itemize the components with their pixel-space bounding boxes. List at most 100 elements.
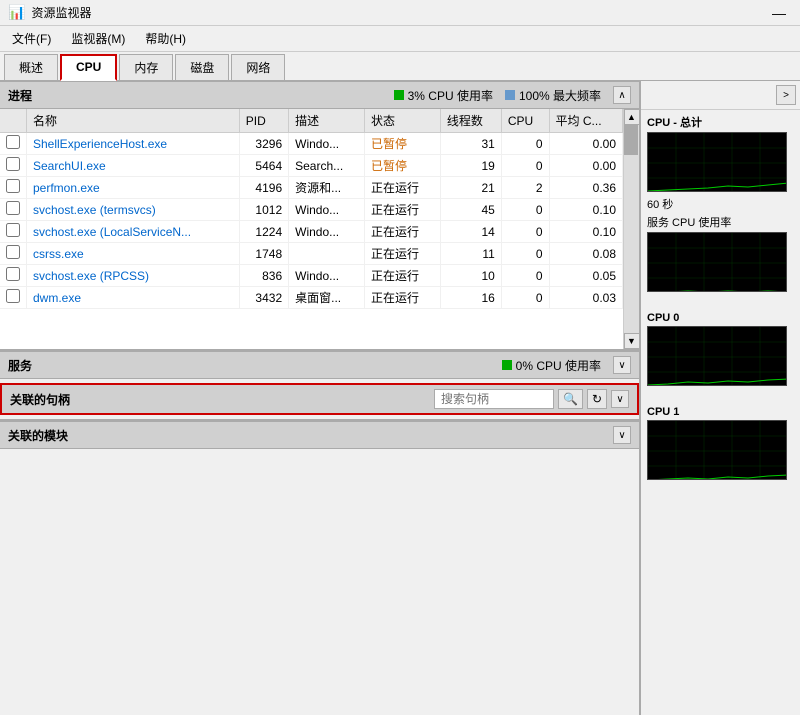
- row-checkbox[interactable]: [6, 201, 20, 215]
- col-checkbox: [0, 109, 27, 133]
- services-header: 服务 0% CPU 使用率 ∨: [0, 351, 639, 379]
- tab-disk[interactable]: 磁盘: [175, 54, 229, 80]
- tab-overview[interactable]: 概述: [4, 54, 58, 80]
- services-title: 服务: [8, 357, 32, 374]
- table-row[interactable]: svchost.exe (RPCSS) 836 Windo... 正在运行 10…: [0, 265, 623, 287]
- modules-header: 关联的模块 ∨: [0, 421, 639, 449]
- row-pid: 836: [239, 265, 288, 287]
- col-pid[interactable]: PID: [239, 109, 288, 133]
- modules-collapse-button[interactable]: ∨: [613, 426, 631, 444]
- row-name: SearchUI.exe: [27, 155, 240, 177]
- app-icon: 📊: [8, 4, 25, 21]
- cpu-service-graph-svg: [648, 233, 786, 291]
- row-cpu: 0: [501, 287, 549, 309]
- handles-search-input[interactable]: [434, 389, 554, 409]
- row-checkbox[interactable]: [6, 135, 20, 149]
- process-section-header: 进程 3% CPU 使用率 100% 最大频率 ∧: [0, 81, 639, 109]
- right-panel-toggle: >: [641, 81, 800, 110]
- scroll-up-arrow[interactable]: ▲: [624, 109, 640, 125]
- table-row[interactable]: csrss.exe 1748 正在运行 11 0 0.08: [0, 243, 623, 265]
- handles-search-button[interactable]: 🔍: [558, 389, 583, 409]
- services-collapse-button[interactable]: ∨: [613, 356, 631, 374]
- row-checkbox[interactable]: [6, 223, 20, 237]
- scroll-down-arrow[interactable]: ▼: [624, 333, 640, 349]
- row-threads: 11: [440, 243, 501, 265]
- row-checkbox[interactable]: [6, 179, 20, 193]
- row-desc: 资源和...: [289, 177, 365, 199]
- table-header: 名称 PID 描述 状态 线程数 CPU 平均 C...: [0, 109, 623, 133]
- col-desc[interactable]: 描述: [289, 109, 365, 133]
- max-freq-indicator: 100% 最大频率: [505, 87, 601, 104]
- row-desc: Search...: [289, 155, 365, 177]
- row-state: 正在运行: [365, 287, 441, 309]
- handles-refresh-button[interactable]: ↻: [587, 389, 607, 409]
- row-checkbox-cell[interactable]: [0, 243, 27, 265]
- row-checkbox-cell[interactable]: [0, 177, 27, 199]
- row-cpu: 0: [501, 243, 549, 265]
- row-pid: 3296: [239, 133, 288, 155]
- row-desc: Windo...: [289, 199, 365, 221]
- tab-network[interactable]: 网络: [231, 54, 285, 80]
- table-row[interactable]: ShellExperienceHost.exe 3296 Windo... 已暂…: [0, 133, 623, 155]
- row-desc: 桌面窗...: [289, 287, 365, 309]
- row-checkbox-cell[interactable]: [0, 287, 27, 309]
- row-state: 正在运行: [365, 221, 441, 243]
- tab-cpu[interactable]: CPU: [60, 54, 117, 81]
- services-section: 服务 0% CPU 使用率 ∨: [0, 349, 639, 379]
- table-row[interactable]: perfmon.exe 4196 资源和... 正在运行 21 2 0.36: [0, 177, 623, 199]
- scroll-track[interactable]: [624, 125, 639, 333]
- row-avgcpu: 0.05: [549, 265, 622, 287]
- row-cpu: 0: [501, 133, 549, 155]
- cpu-service-label: 服务 CPU 使用率: [647, 214, 794, 230]
- row-cpu: 0: [501, 221, 549, 243]
- row-checkbox-cell[interactable]: [0, 265, 27, 287]
- row-checkbox[interactable]: [6, 289, 20, 303]
- cpu1-section: CPU 1: [641, 402, 800, 488]
- table-row[interactable]: SearchUI.exe 5464 Search... 已暂停 19 0 0.0…: [0, 155, 623, 177]
- scroll-thumb[interactable]: [624, 125, 638, 155]
- row-state: 已暂停: [365, 133, 441, 155]
- cpu-service-graph: [647, 232, 787, 292]
- services-stats: 0% CPU 使用率 ∨: [502, 356, 631, 374]
- row-avgcpu: 0.08: [549, 243, 622, 265]
- close-button[interactable]: —: [766, 5, 792, 21]
- row-checkbox[interactable]: [6, 267, 20, 281]
- menu-file[interactable]: 文件(F): [8, 28, 55, 49]
- col-name[interactable]: 名称: [27, 109, 240, 133]
- cpu-total-graph: [647, 132, 787, 192]
- row-checkbox[interactable]: [6, 245, 20, 259]
- row-state: 已暂停: [365, 155, 441, 177]
- row-threads: 14: [440, 221, 501, 243]
- row-name: svchost.exe (termsvcs): [27, 199, 240, 221]
- handles-collapse-button[interactable]: ∨: [611, 390, 629, 408]
- col-avgcpu[interactable]: 平均 C...: [549, 109, 622, 133]
- cpu1-graph-svg: [648, 421, 786, 479]
- title-bar: 📊 资源监视器 —: [0, 0, 800, 26]
- row-cpu: 2: [501, 177, 549, 199]
- table-row[interactable]: dwm.exe 3432 桌面窗... 正在运行 16 0 0.03: [0, 287, 623, 309]
- col-state[interactable]: 状态: [365, 109, 441, 133]
- tab-memory[interactable]: 内存: [119, 54, 173, 80]
- cpu-total-subtitle: 60 秒: [647, 196, 794, 212]
- cpu1-title: CPU 1: [647, 406, 794, 418]
- modules-title: 关联的模块: [8, 427, 68, 444]
- process-collapse-button[interactable]: ∧: [613, 86, 631, 104]
- row-checkbox-cell[interactable]: [0, 133, 27, 155]
- row-cpu: 0: [501, 265, 549, 287]
- table-row[interactable]: svchost.exe (LocalServiceN... 1224 Windo…: [0, 221, 623, 243]
- col-cpu[interactable]: CPU: [501, 109, 549, 133]
- col-threads[interactable]: 线程数: [440, 109, 501, 133]
- right-panel: > CPU - 总计 60 秒 服务 CPU 使用率: [640, 81, 800, 715]
- menu-monitor[interactable]: 监视器(M): [67, 28, 129, 49]
- process-scrollbar[interactable]: ▲ ▼: [623, 109, 639, 349]
- panel-toggle-button[interactable]: >: [776, 85, 796, 105]
- row-checkbox-cell[interactable]: [0, 221, 27, 243]
- row-checkbox[interactable]: [6, 157, 20, 171]
- process-stats: 3% CPU 使用率 100% 最大频率 ∧: [394, 86, 631, 104]
- row-checkbox-cell[interactable]: [0, 199, 27, 221]
- menu-help[interactable]: 帮助(H): [141, 28, 190, 49]
- row-checkbox-cell[interactable]: [0, 155, 27, 177]
- row-state: 正在运行: [365, 177, 441, 199]
- table-row[interactable]: svchost.exe (termsvcs) 1012 Windo... 正在运…: [0, 199, 623, 221]
- row-desc: [289, 243, 365, 265]
